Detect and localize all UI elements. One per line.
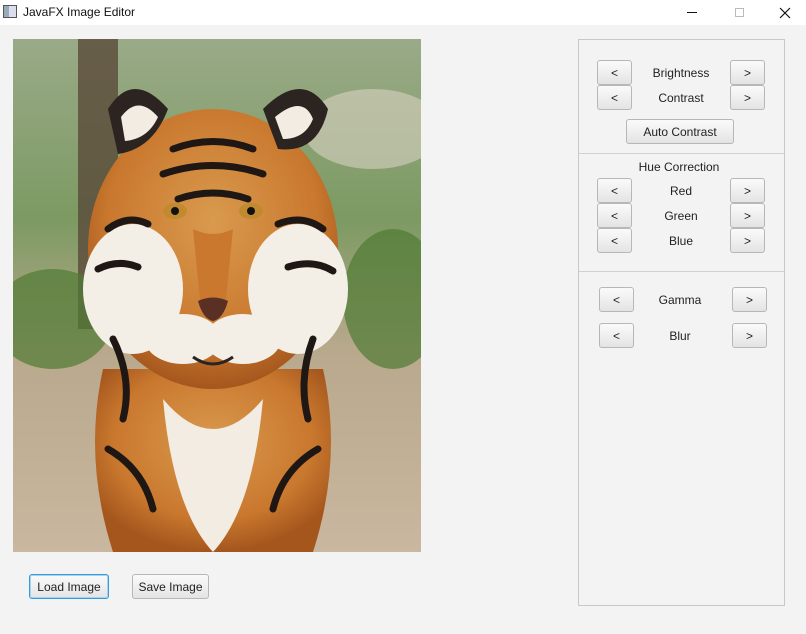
blue-increase-button[interactable]: > <box>730 228 765 253</box>
load-image-button[interactable]: Load Image <box>29 574 109 599</box>
brightness-decrease-button[interactable]: < <box>597 60 632 85</box>
close-button[interactable] <box>762 0 806 25</box>
green-decrease-button[interactable]: < <box>597 203 632 228</box>
blur-decrease-button[interactable]: < <box>599 323 634 348</box>
minimize-button[interactable] <box>669 0 715 25</box>
blue-decrease-button[interactable]: < <box>597 228 632 253</box>
maximize-icon <box>734 8 744 17</box>
blue-label: Blue <box>668 234 694 248</box>
red-label: Red <box>669 184 692 198</box>
auto-contrast-button[interactable]: Auto Contrast <box>626 119 734 144</box>
image-view <box>13 39 421 552</box>
green-increase-button[interactable]: > <box>730 203 765 228</box>
red-decrease-button[interactable]: < <box>597 178 632 203</box>
gamma-increase-button[interactable]: > <box>732 287 767 312</box>
contrast-label: Contrast <box>658 91 704 105</box>
tiger-image <box>13 39 421 552</box>
minimize-icon <box>687 12 697 13</box>
panel-divider <box>579 271 784 272</box>
title-bar: JavaFX Image Editor <box>0 0 806 25</box>
app-icon <box>3 5 17 18</box>
close-icon <box>779 7 791 18</box>
panel-divider <box>579 153 784 154</box>
red-increase-button[interactable]: > <box>730 178 765 203</box>
blur-increase-button[interactable]: > <box>732 323 767 348</box>
brightness-increase-button[interactable]: > <box>730 60 765 85</box>
gamma-label: Gamma <box>658 293 702 307</box>
save-image-button[interactable]: Save Image <box>132 574 209 599</box>
hue-correction-title: Hue Correction <box>638 160 720 174</box>
brightness-label: Brightness <box>652 66 710 80</box>
window-title: JavaFX Image Editor <box>23 5 136 19</box>
blur-label: Blur <box>669 329 691 343</box>
contrast-decrease-button[interactable]: < <box>597 85 632 110</box>
contrast-increase-button[interactable]: > <box>730 85 765 110</box>
maximize-button[interactable] <box>716 0 762 25</box>
gamma-decrease-button[interactable]: < <box>599 287 634 312</box>
green-label: Green <box>664 209 698 223</box>
